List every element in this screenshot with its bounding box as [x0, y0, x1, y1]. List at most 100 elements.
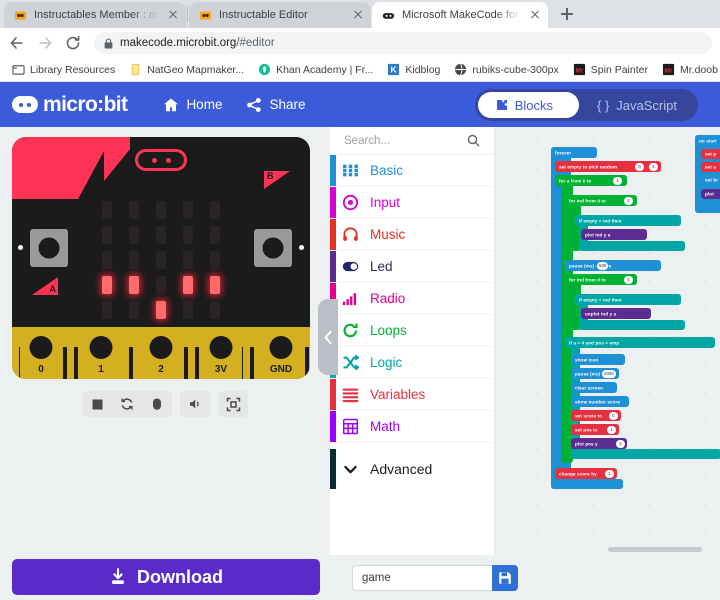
- block-pause-1[interactable]: pause (ms) - score 500: [565, 260, 661, 271]
- project-name-input[interactable]: game: [352, 565, 492, 591]
- block-onstart-set-1[interactable]: set p: [701, 149, 720, 159]
- block-pause-2[interactable]: pause (ms) 2000: [571, 368, 619, 379]
- block-field[interactable]: 4: [649, 162, 658, 171]
- browser-tab-1[interactable]: Instructables Member : moham: [4, 2, 186, 28]
- new-tab-button[interactable]: [554, 1, 580, 27]
- led-4-2: [156, 301, 166, 319]
- tab-blocks[interactable]: Blocks: [477, 92, 579, 118]
- block-field[interactable]: 0: [609, 411, 618, 420]
- toolbox-category-radio[interactable]: Radio: [330, 283, 494, 315]
- block-onstart-set-2[interactable]: set s: [701, 162, 720, 172]
- close-icon[interactable]: [528, 8, 542, 22]
- block-field[interactable]: 4: [613, 176, 622, 185]
- save-button[interactable]: [492, 565, 518, 591]
- advanced-label: Advanced: [370, 461, 433, 477]
- debug-button[interactable]: [142, 391, 172, 417]
- block-field[interactable]: 1: [605, 469, 614, 478]
- button-b[interactable]: [254, 229, 292, 267]
- download-button[interactable]: Download: [12, 559, 320, 595]
- block-onstart-set-brightness[interactable]: set br: [701, 175, 720, 185]
- bookmark-spin-painter[interactable]: Mr Spin Painter: [567, 61, 654, 78]
- block-set-empty[interactable]: set empty to pick random 0 4: [555, 161, 661, 172]
- puzzle-icon: [496, 100, 507, 110]
- block-if-big[interactable]: if a = 4 and pos = emp: [565, 337, 715, 348]
- microbit-board[interactable]: A B 0 1 2 3V GND: [12, 137, 310, 379]
- toolbox-category-input[interactable]: Input: [330, 187, 494, 219]
- stop-button[interactable]: [82, 391, 112, 417]
- block-label: if empty = ind then: [579, 297, 622, 302]
- bookmark-kidblog[interactable]: K Kidblog: [381, 61, 446, 78]
- block-for-ind-1[interactable]: for ind from 0 to 4: [565, 195, 637, 206]
- pin-pad-0[interactable]: 0: [20, 327, 62, 379]
- block-plot-1[interactable]: plot ind y a: [581, 229, 647, 240]
- address-bar[interactable]: makecode.microbit.org/#editor: [94, 32, 712, 54]
- simulator-collapse-handle[interactable]: [318, 299, 338, 375]
- pin-pad-3v[interactable]: 3V: [200, 327, 242, 379]
- block-onstart-plot[interactable]: plot: [701, 189, 720, 199]
- toolbox-advanced-toggle[interactable]: Advanced: [330, 449, 494, 489]
- close-icon[interactable]: [166, 8, 180, 22]
- toolbox-category-music[interactable]: Music: [330, 219, 494, 251]
- block-for-a[interactable]: for a from 0 to 4: [555, 175, 627, 186]
- block-if-empty-1[interactable]: if empty = ind then: [575, 215, 681, 226]
- block-field[interactable]: 2000: [602, 369, 616, 378]
- fullscreen-button[interactable]: [218, 391, 248, 417]
- back-arrow-icon[interactable]: [8, 34, 26, 52]
- microbit-logo[interactable]: micro:bit: [12, 93, 128, 117]
- pin-pad-gnd[interactable]: GND: [260, 327, 302, 379]
- block-unplot[interactable]: unplot ind y a: [581, 308, 651, 319]
- block-field[interactable]: 4: [624, 196, 633, 205]
- toolbox-category-basic[interactable]: Basic: [330, 155, 494, 187]
- block-field[interactable]: 4: [624, 275, 633, 284]
- block-set-pos[interactable]: set pos to 1: [571, 424, 619, 435]
- block-change-score[interactable]: change score by 1: [555, 468, 617, 479]
- block-plot-2[interactable]: plot pos y 4: [571, 438, 627, 449]
- led-0-1: [129, 201, 139, 219]
- horizontal-scrollbar[interactable]: [607, 547, 702, 552]
- category-color-strip: [330, 219, 336, 250]
- bookmark-rubiks-cube[interactable]: rubiks-cube-300px: [448, 61, 564, 78]
- home-button[interactable]: Home: [153, 91, 232, 119]
- restart-button[interactable]: [112, 391, 142, 417]
- block-show-number[interactable]: show number score: [571, 396, 629, 407]
- bookmark-mr-doob[interactable]: Mr Mr.doob | Three.js S...: [656, 61, 720, 78]
- blocks-workspace[interactable]: forever set empty to pick random 0 4 for…: [495, 127, 720, 555]
- search-input[interactable]: Search...: [344, 135, 461, 147]
- toolbox-category-variables[interactable]: Variables: [330, 379, 494, 411]
- block-set-score[interactable]: set score to 0: [571, 410, 621, 421]
- block-show-icon[interactable]: show icon: [571, 354, 625, 365]
- block-field[interactable]: 0: [635, 162, 644, 171]
- forward-arrow-icon[interactable]: [36, 34, 54, 52]
- category-label: Variables: [370, 387, 426, 402]
- block-clear-screen[interactable]: clear screen: [571, 382, 617, 393]
- button-b-label: B: [267, 171, 274, 181]
- bookmark-label: rubiks-cube-300px: [472, 63, 559, 76]
- toolbox-category-led[interactable]: Led: [330, 251, 494, 283]
- browser-tab-2[interactable]: Instructable Editor: [189, 2, 371, 28]
- close-icon[interactable]: [351, 8, 365, 22]
- block-on-start[interactable]: on start: [695, 135, 720, 146]
- browser-tab-3[interactable]: Microsoft MakeCode for micro:b: [372, 2, 548, 28]
- toolbox-search[interactable]: Search...: [330, 127, 494, 155]
- toolbox-category-math[interactable]: Math: [330, 411, 494, 443]
- tab-javascript[interactable]: { } JavaScript: [579, 92, 695, 118]
- bookmark-library-resources[interactable]: Library Resources: [6, 61, 121, 78]
- block-if-empty-2[interactable]: if empty = ind then: [575, 294, 681, 305]
- mute-button[interactable]: [180, 391, 210, 417]
- block-field[interactable]: 500: [597, 261, 609, 270]
- share-button[interactable]: Share: [236, 91, 315, 119]
- toolbox-category-loops[interactable]: Loops: [330, 315, 494, 347]
- block-field[interactable]: 4: [616, 439, 625, 448]
- reload-icon[interactable]: [64, 34, 82, 52]
- led-matrix[interactable]: [102, 201, 220, 319]
- pin-pad-2[interactable]: 2: [140, 327, 182, 379]
- block-forever[interactable]: forever: [551, 147, 597, 158]
- microbit-favicon: [382, 12, 395, 19]
- pin-pad-1[interactable]: 1: [80, 327, 122, 379]
- toolbox-category-logic[interactable]: Logic: [330, 347, 494, 379]
- bookmark-khan-academy[interactable]: Khan Academy | Fr...: [252, 61, 379, 78]
- button-a[interactable]: [30, 229, 68, 267]
- block-for-ind-2[interactable]: for ind from 0 to 4: [565, 274, 637, 285]
- bookmark-natgeo-mapmaker[interactable]: NatGeo Mapmaker...: [123, 61, 250, 78]
- block-field[interactable]: 1: [607, 425, 616, 434]
